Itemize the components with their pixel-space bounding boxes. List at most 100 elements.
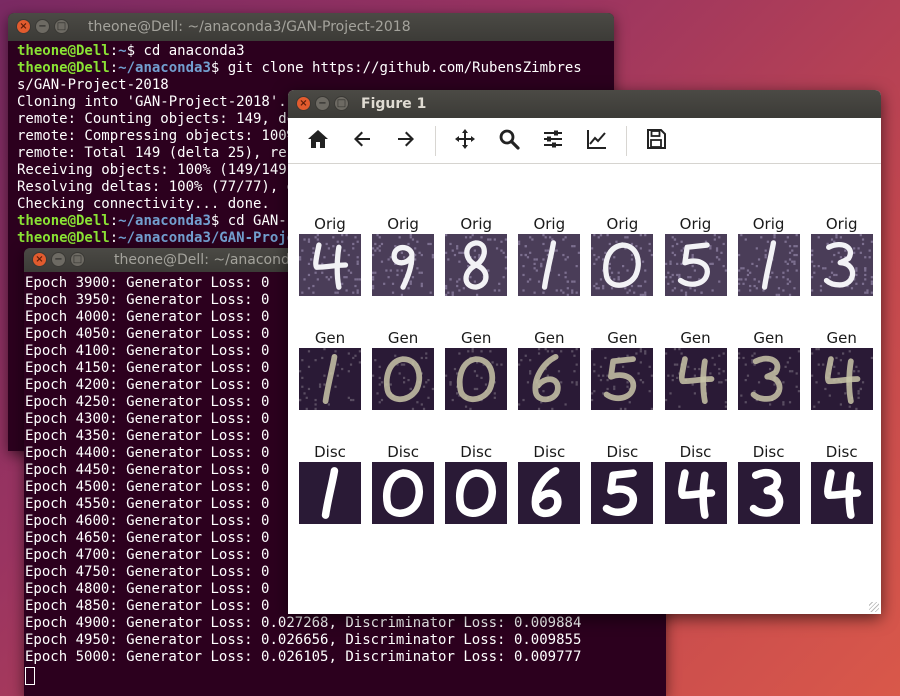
subplot-title: Disc bbox=[679, 443, 712, 461]
epoch-label: Epoch bbox=[25, 309, 68, 325]
subplot-title: Gen bbox=[314, 329, 346, 347]
generator-loss-label: Generator Loss: bbox=[126, 649, 253, 665]
subplot-disc: Disc bbox=[664, 442, 727, 524]
subplot-title: Orig bbox=[460, 215, 493, 233]
close-button[interactable]: × bbox=[16, 19, 31, 34]
save-button[interactable] bbox=[641, 126, 671, 156]
subplot-title: Orig bbox=[752, 215, 785, 233]
zoom-icon bbox=[497, 127, 521, 155]
digit-image bbox=[664, 234, 727, 296]
subplot-orig: Orig bbox=[737, 214, 800, 296]
generator-loss-value: 0 bbox=[261, 428, 270, 444]
generator-loss-label: Generator Loss: bbox=[126, 598, 253, 614]
generator-loss-label: Generator Loss: bbox=[126, 581, 253, 597]
subplot-disc: Disc bbox=[445, 442, 508, 524]
generator-loss-value: 0.026105 bbox=[261, 649, 329, 665]
back-terminal-titlebar[interactable]: × − □ theone@Dell: ~/anaconda3/GAN-Proje… bbox=[8, 13, 614, 41]
epoch-label: Epoch bbox=[25, 530, 68, 546]
digit-image bbox=[591, 234, 654, 296]
generator-loss-label: Generator Loss: bbox=[126, 462, 253, 478]
digit-image bbox=[372, 234, 435, 296]
figure-window[interactable]: × − □ Figure 1 Orig Orig Orig Orig Orig Orig O… bbox=[288, 90, 881, 614]
generator-loss-value: 0.027268 bbox=[261, 615, 329, 631]
forward-button[interactable] bbox=[391, 126, 421, 156]
generator-loss-value: 0 bbox=[261, 309, 270, 325]
maximize-button[interactable]: □ bbox=[70, 252, 85, 267]
generator-loss-label: Generator Loss: bbox=[126, 360, 253, 376]
figure-titlebar[interactable]: × − □ Figure 1 bbox=[288, 90, 881, 118]
axes-button[interactable] bbox=[582, 126, 612, 156]
minimize-button[interactable]: − bbox=[35, 19, 50, 34]
pan-icon bbox=[453, 127, 477, 155]
pan-button[interactable] bbox=[450, 126, 480, 156]
digit-image bbox=[591, 348, 654, 410]
digit-image bbox=[445, 234, 508, 296]
epoch-label: Epoch bbox=[25, 428, 68, 444]
discriminator-loss-label: Discriminator Loss: bbox=[345, 649, 506, 665]
subplots-icon bbox=[541, 127, 565, 155]
digit-image bbox=[299, 462, 361, 524]
digit-image bbox=[518, 234, 581, 296]
epoch-number: 4300 bbox=[75, 411, 110, 427]
epoch-log-line: Epoch 5000: Generator Loss: 0.026105, Di… bbox=[25, 649, 582, 665]
digit-image bbox=[810, 462, 873, 524]
digit-image bbox=[299, 234, 361, 296]
epoch-label: Epoch bbox=[25, 394, 68, 410]
epoch-label: Epoch bbox=[25, 598, 68, 614]
generator-loss-value: 0 bbox=[261, 513, 270, 529]
epoch-number: 4450 bbox=[75, 462, 110, 478]
epoch-label: Epoch bbox=[25, 615, 68, 631]
window-title: theone@Dell: ~/anaconda3/GAN-Project-201… bbox=[88, 19, 411, 35]
subplot-gen: Gen bbox=[737, 328, 800, 410]
digit-image bbox=[810, 348, 873, 410]
generator-loss-value: 0 bbox=[261, 479, 270, 495]
back-button[interactable] bbox=[347, 126, 377, 156]
subplot-gen: Gen bbox=[445, 328, 508, 410]
save-icon bbox=[644, 127, 668, 155]
generator-loss-label: Generator Loss: bbox=[126, 292, 253, 308]
maximize-button[interactable]: □ bbox=[54, 19, 69, 34]
epoch-label: Epoch bbox=[25, 292, 68, 308]
close-button[interactable]: × bbox=[296, 96, 311, 111]
generator-loss-label: Generator Loss: bbox=[126, 615, 253, 631]
generator-loss-value: 0 bbox=[261, 496, 270, 512]
subplot-title: Disc bbox=[533, 443, 566, 461]
resize-grip[interactable] bbox=[869, 602, 879, 612]
terminal-text: : bbox=[109, 213, 119, 229]
subplot-disc: Disc bbox=[372, 442, 435, 524]
prompt-user: theone@Dell bbox=[17, 43, 110, 59]
generator-loss-value: 0 bbox=[261, 326, 270, 342]
subplot-title: Disc bbox=[825, 443, 858, 461]
generator-loss-value: 0 bbox=[261, 462, 270, 478]
subplot-disc: Disc bbox=[518, 442, 581, 524]
minimize-button[interactable]: − bbox=[315, 96, 330, 111]
subplot-title: Disc bbox=[460, 443, 493, 461]
back-icon bbox=[350, 127, 374, 155]
figure-canvas[interactable]: Orig Orig Orig Orig Orig Orig Orig Orig Gen Gen Ge… bbox=[288, 164, 881, 614]
digit-image bbox=[445, 462, 508, 524]
subplot-title: Gen bbox=[607, 329, 638, 347]
generator-loss-label: Generator Loss: bbox=[126, 496, 253, 512]
terminal-line: theone@Dell:~$ cd anaconda3 bbox=[17, 43, 614, 60]
home-button[interactable] bbox=[303, 126, 333, 156]
minimize-button[interactable]: − bbox=[51, 252, 66, 267]
subplot-title: Orig bbox=[314, 215, 346, 233]
subplots-button[interactable] bbox=[538, 126, 568, 156]
generator-loss-label: Generator Loss: bbox=[126, 275, 253, 291]
subplot-gen: Gen bbox=[372, 328, 435, 410]
generator-loss-value: 0 bbox=[261, 547, 270, 563]
subplot-title: Disc bbox=[606, 443, 639, 461]
zoom-button[interactable] bbox=[494, 126, 524, 156]
subplot-orig: Orig bbox=[372, 214, 435, 296]
epoch-number: 5000 bbox=[75, 649, 110, 665]
epoch-log-line: Epoch 4950: Generator Loss: 0.026656, Di… bbox=[25, 632, 582, 648]
digit-image bbox=[737, 234, 800, 296]
close-button[interactable]: × bbox=[32, 252, 47, 267]
maximize-button[interactable]: □ bbox=[334, 96, 349, 111]
terminal-text: $ git clone https://github.com/RubensZim… bbox=[210, 60, 582, 76]
epoch-number: 4950 bbox=[75, 632, 110, 648]
subplot-gen: Gen bbox=[591, 328, 654, 410]
digit-image bbox=[591, 462, 654, 524]
generator-loss-label: Generator Loss: bbox=[126, 326, 253, 342]
epoch-label: Epoch bbox=[25, 496, 68, 512]
